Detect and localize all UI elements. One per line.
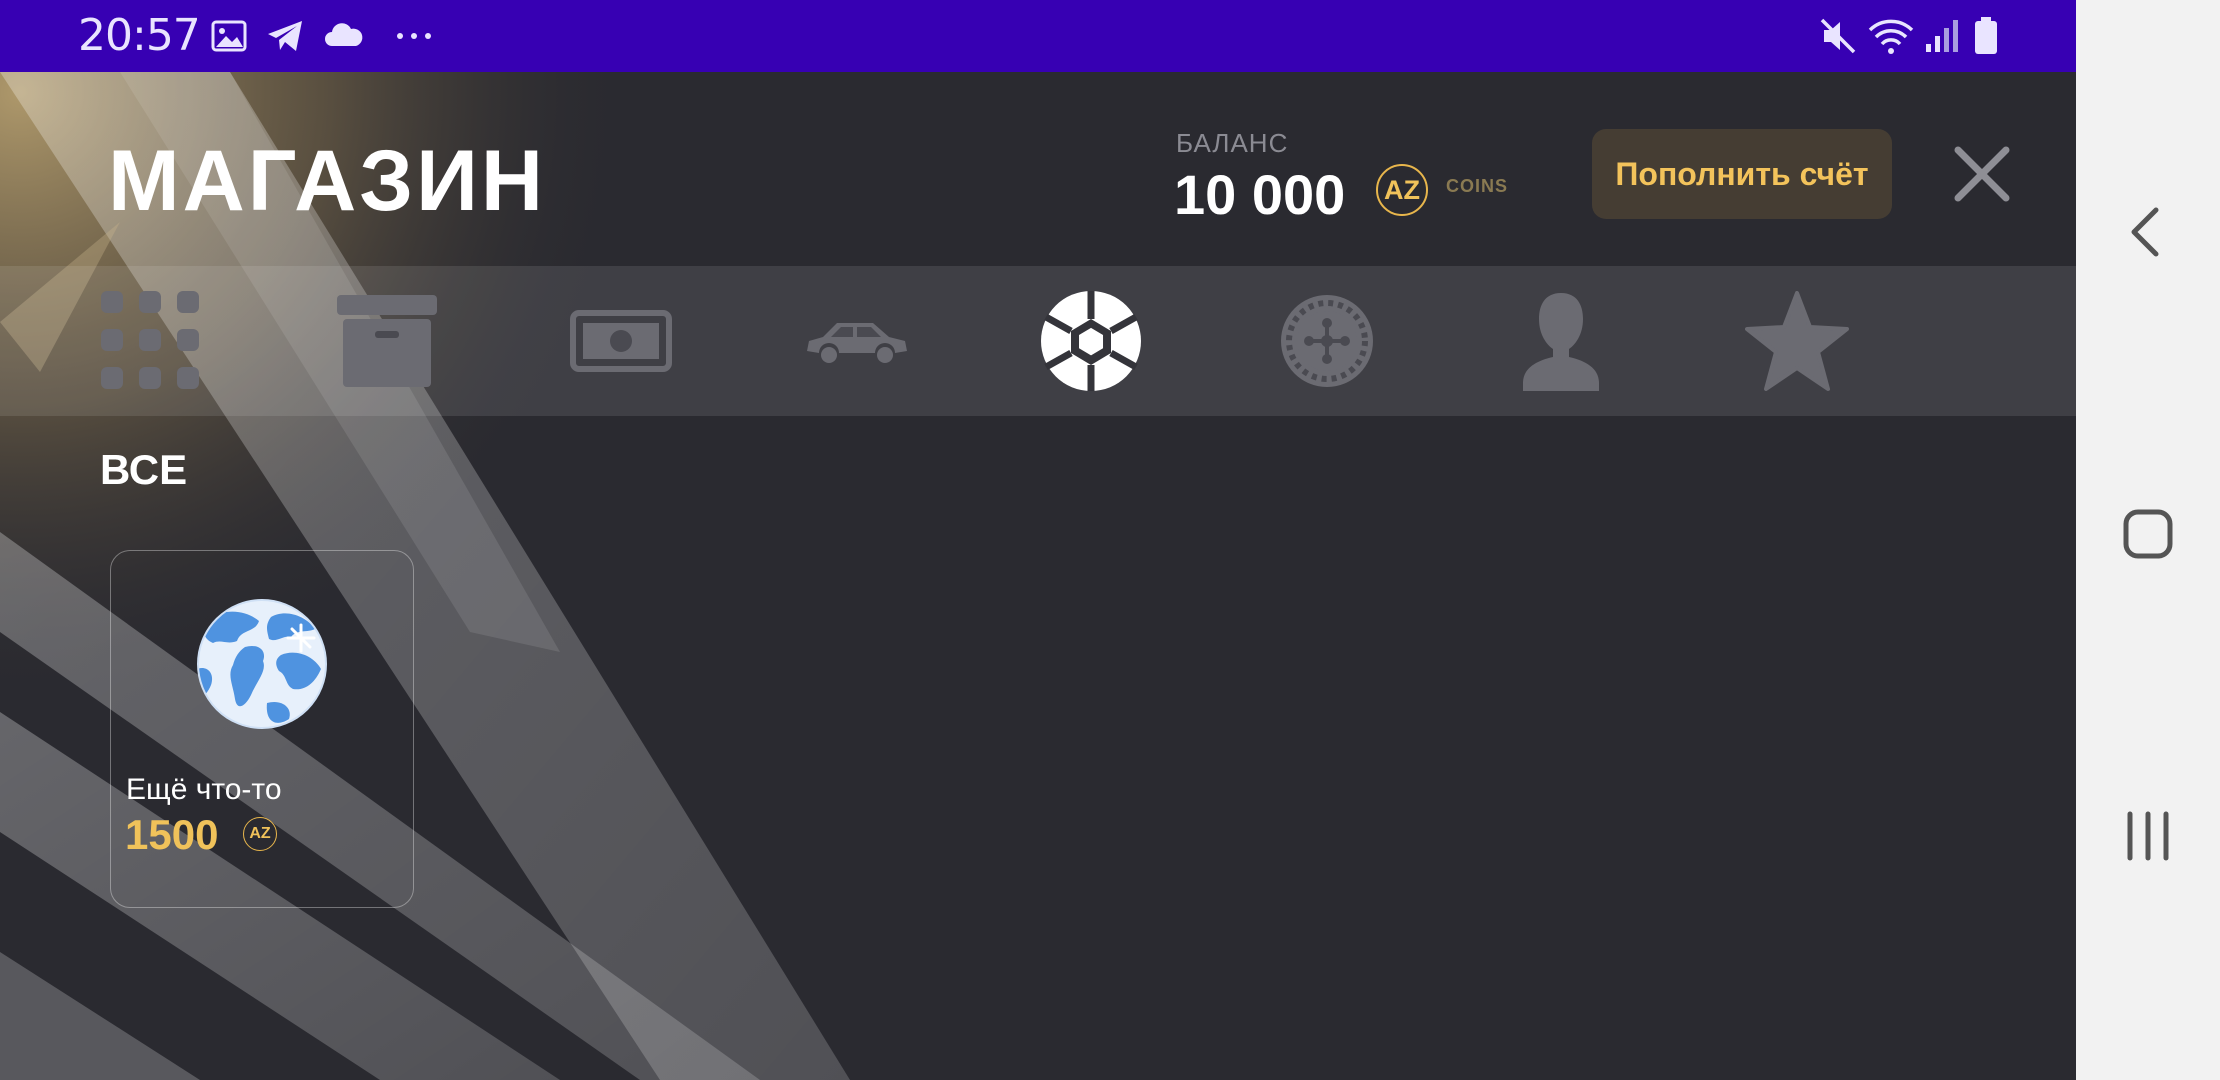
recents-icon[interactable] [2116,804,2180,868]
signal-icon [1922,14,1966,63]
category-box-tab[interactable] [334,288,440,394]
item-name: Ещё что-то [126,773,282,806]
category-skins-tab[interactable] [1508,288,1614,394]
category-money-tab[interactable] [568,288,674,394]
money-icon [570,310,672,372]
roulette-icon [1281,295,1373,387]
shop-screen: МАГАЗИН БАЛАНС 10 000 AZ COINS Пополнить… [0,72,2076,1080]
cloud-icon [322,14,366,63]
section-title: ВСЕ [100,446,188,493]
balance-label: БАЛАНС [1176,128,1289,158]
back-icon[interactable] [2116,200,2180,264]
status-time: 20:57 [78,10,201,61]
category-all-tab[interactable] [98,288,204,394]
mute-icon [1816,14,1860,63]
category-cars-tab[interactable] [804,288,910,394]
more-dots-icon [392,14,436,63]
car-icon [807,323,907,363]
battery-icon [1972,14,2000,63]
globe-icon [197,599,327,729]
system-nav-bar [2076,0,2220,1080]
close-icon[interactable] [1950,142,2014,206]
az-coin-icon: AZ [1376,164,1428,216]
soccer-ball-icon [1041,291,1141,391]
az-coin-icon: AZ [243,817,277,851]
person-icon [1523,293,1599,391]
box-icon [337,295,437,387]
star-icon [1745,291,1849,391]
wifi-icon [1866,14,1918,63]
home-icon[interactable] [2116,502,2180,566]
category-favorites-tab[interactable] [1744,288,1850,394]
coins-label: COINS [1446,176,1509,196]
telegram-icon [264,14,308,63]
category-bar [0,266,2076,416]
item-price: 1500 [125,811,219,858]
shop-item-card[interactable]: Ещё что-то 1500 AZ [110,550,414,908]
status-bar: 20:57 [0,0,2076,72]
gallery-icon [210,14,248,63]
grid-icon [101,291,199,389]
balance-value: 10 000 [1174,163,1346,226]
topup-button[interactable]: Пополнить счёт [1592,129,1892,219]
page-title: МАГАЗИН [108,133,546,229]
category-sport-tab[interactable] [1038,288,1144,394]
category-casino-tab[interactable] [1274,288,1380,394]
